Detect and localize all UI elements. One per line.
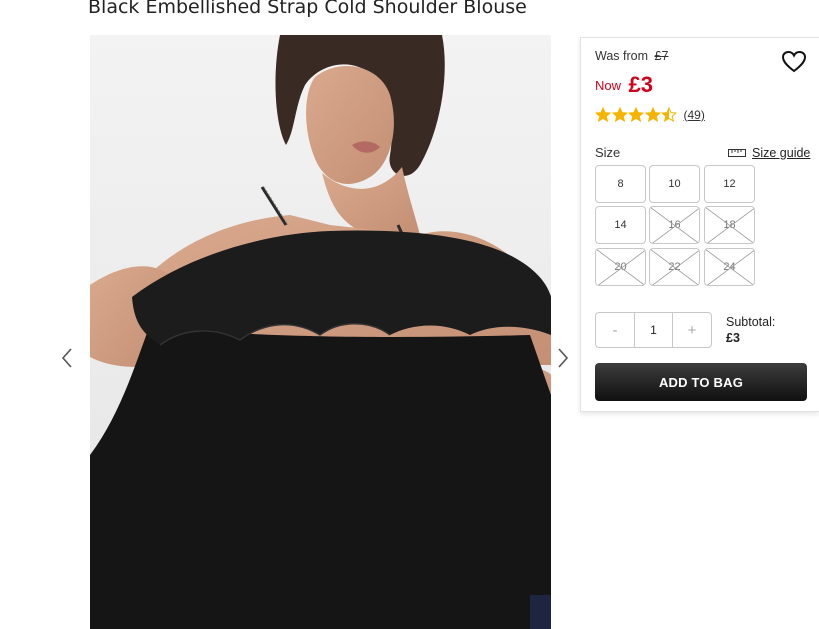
ruler-icon bbox=[728, 149, 746, 157]
product-title: Black Embellished Strap Cold Shoulder Bl… bbox=[88, 0, 527, 18]
quantity-decrease-button[interactable]: - bbox=[596, 313, 634, 347]
heart-outline-icon bbox=[781, 50, 807, 73]
size-option: 16 bbox=[649, 206, 700, 244]
unavailable-cross-icon bbox=[650, 207, 699, 243]
rating-stars bbox=[595, 107, 678, 122]
purchase-panel: Was from £7 Now £3 (49) Size Size guide … bbox=[580, 37, 819, 412]
unavailable-cross-icon bbox=[596, 249, 645, 285]
was-price: Was from £7 bbox=[595, 49, 668, 63]
gallery-prev-arrow[interactable] bbox=[60, 347, 76, 369]
size-option[interactable]: 12 bbox=[704, 165, 755, 203]
size-option[interactable]: 10 bbox=[649, 165, 700, 203]
size-guide-label: Size guide bbox=[752, 146, 811, 160]
quantity-input[interactable]: 1 bbox=[634, 313, 673, 347]
size-option: 20 bbox=[595, 248, 646, 286]
unavailable-cross-icon bbox=[705, 249, 754, 285]
subtotal-value: £3 bbox=[726, 331, 740, 345]
now-price-value: £3 bbox=[628, 72, 653, 97]
add-to-bag-button[interactable]: ADD TO BAG bbox=[595, 363, 807, 401]
now-price: Now £3 bbox=[595, 72, 653, 98]
subtotal: Subtotal: £3 bbox=[726, 314, 775, 346]
gallery-next-arrow[interactable] bbox=[554, 347, 570, 369]
review-count-link[interactable]: (49) bbox=[684, 108, 705, 122]
star-half-icon bbox=[661, 107, 677, 122]
size-guide-link[interactable]: Size guide bbox=[728, 146, 810, 160]
star-full-icon bbox=[628, 107, 644, 122]
size-label: Size bbox=[595, 145, 621, 160]
quantity-stepper: - 1 + bbox=[595, 312, 712, 348]
size-option[interactable]: 8 bbox=[595, 165, 646, 203]
unavailable-cross-icon bbox=[650, 249, 699, 285]
quantity-increase-button[interactable]: + bbox=[673, 313, 711, 347]
product-rating: (49) bbox=[595, 107, 705, 122]
wishlist-button[interactable] bbox=[781, 50, 807, 74]
star-full-icon bbox=[611, 107, 628, 122]
size-option: 18 bbox=[704, 206, 755, 244]
product-image[interactable] bbox=[90, 35, 551, 629]
size-option: 24 bbox=[704, 248, 755, 286]
star-full-icon bbox=[644, 107, 661, 122]
size-option: 22 bbox=[649, 248, 700, 286]
chevron-right-icon bbox=[558, 348, 569, 368]
size-option[interactable]: 14 bbox=[595, 206, 646, 244]
chevron-left-icon bbox=[61, 348, 72, 368]
star-full-icon bbox=[595, 107, 611, 122]
was-label: Was from bbox=[595, 49, 649, 63]
now-label: Now bbox=[595, 78, 622, 93]
subtotal-label: Subtotal: bbox=[726, 315, 776, 329]
was-price-value: £7 bbox=[654, 49, 669, 63]
unavailable-cross-icon bbox=[705, 207, 754, 243]
